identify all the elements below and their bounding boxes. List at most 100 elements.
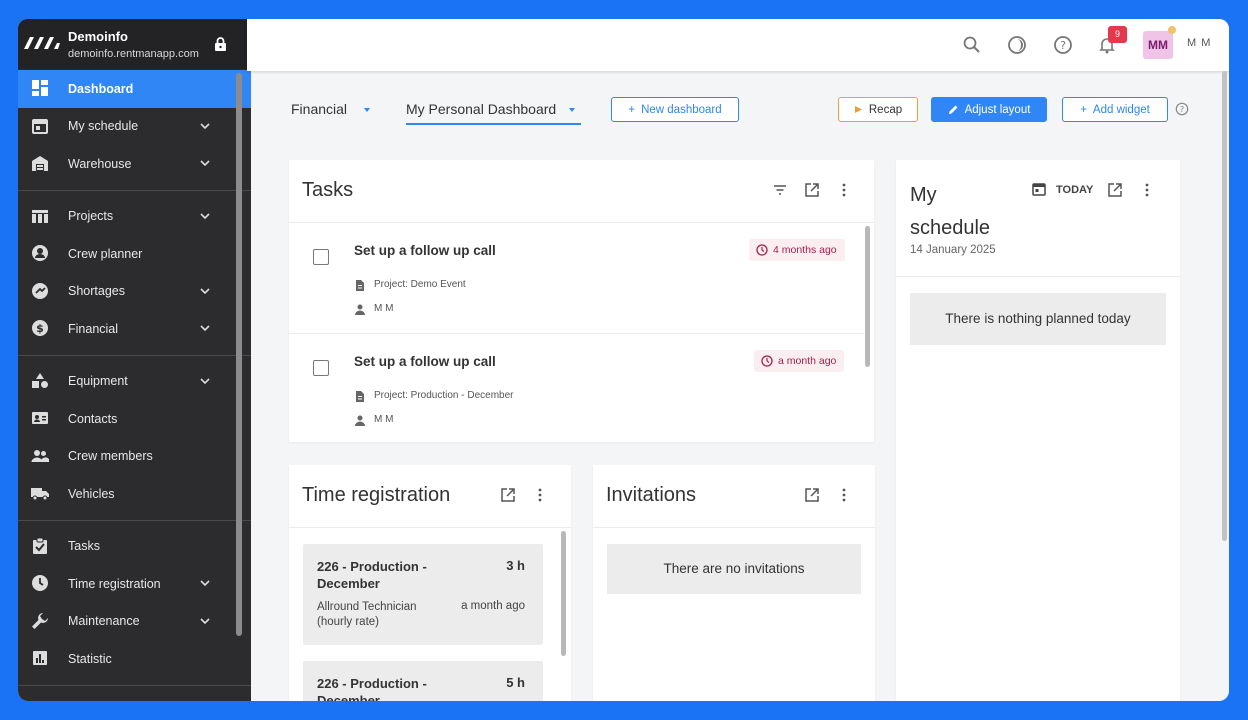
task-row[interactable]: Set up a follow up call a month ago Proj…	[289, 333, 864, 443]
dashboard-category-dropdown[interactable]: Financial	[291, 101, 347, 117]
user-name[interactable]: M M	[1187, 37, 1211, 49]
svg-text:?: ?	[1060, 39, 1066, 52]
equipment-icon	[32, 372, 48, 388]
warehouse-icon	[32, 156, 48, 171]
task-project: Project: Demo Event	[374, 279, 466, 290]
calendar-icon	[32, 118, 48, 134]
nav-label: Vehicles	[68, 486, 115, 501]
entry-hours: 5 h	[506, 675, 525, 690]
lock-icon[interactable]	[214, 37, 227, 51]
nav-item-time-registration[interactable]: Time registration	[18, 565, 251, 603]
task-row[interactable]: Set up a follow up call 4 months ago Pro…	[289, 222, 864, 332]
entry-project: 226 - Production - December	[317, 559, 427, 591]
contact-card-icon	[32, 412, 48, 424]
invitations-widget: Invitations There are no invitations	[593, 465, 875, 701]
task-checkbox[interactable]	[313, 360, 329, 376]
dashboard-select-dropdown[interactable]: My Personal Dashboard	[406, 101, 556, 117]
more-vert-icon[interactable]	[836, 182, 852, 198]
main-nav: Dashboard My schedule Warehouse Projects…	[18, 70, 251, 693]
clock-icon	[756, 244, 768, 256]
svg-text:$: $	[36, 322, 44, 335]
nav-item-dashboard[interactable]: Dashboard	[18, 70, 251, 108]
time-entry[interactable]: 226 - Production - December 5 h	[303, 661, 543, 701]
button-label: Recap	[868, 103, 903, 116]
org-header[interactable]: Demoinfo demoinfo.rentmanapp.com	[18, 19, 251, 69]
nav-divider	[18, 183, 251, 198]
add-widget-button[interactable]: + Add widget	[1062, 97, 1168, 122]
entry-when: a month ago	[461, 600, 525, 612]
main-scrollbar[interactable]	[1222, 71, 1227, 541]
entry-project: 226 - Production - December	[317, 676, 427, 701]
task-due-text: a month ago	[778, 355, 837, 367]
task-due-text: 4 months ago	[773, 244, 837, 256]
nav-item-vehicles[interactable]: Vehicles	[18, 475, 251, 513]
nav-item-equipment[interactable]: Equipment	[18, 363, 251, 401]
nav-item-warehouse[interactable]: Warehouse	[18, 145, 251, 183]
invitations-empty-state: There are no invitations	[607, 544, 861, 594]
nav-item-projects[interactable]: Projects	[18, 198, 251, 236]
nav-item-statistic[interactable]: Statistic	[18, 640, 251, 678]
nav-label: Warehouse	[68, 156, 132, 171]
nav-label: Crew planner	[68, 246, 143, 261]
document-icon	[356, 280, 364, 291]
recap-button[interactable]: Recap	[838, 97, 918, 122]
dropdown-value: My Personal Dashboard	[406, 101, 557, 117]
rentman-logo	[24, 37, 60, 49]
today-button[interactable]: TODAY	[1056, 184, 1093, 196]
nav-label: Equipment	[68, 374, 128, 389]
divider	[593, 527, 875, 528]
time-scrollbar[interactable]	[561, 531, 566, 656]
filter-icon[interactable]	[772, 182, 788, 198]
time-registration-widget: Time registration 226 - Production - Dec…	[289, 465, 571, 701]
entry-hours: 3 h	[506, 558, 525, 573]
button-label: Adjust layout	[964, 103, 1031, 116]
task-title: Set up a follow up call	[354, 354, 496, 369]
plus-icon: +	[628, 103, 636, 116]
task-check-icon	[33, 537, 47, 554]
person-icon	[355, 415, 365, 426]
caret-down-icon[interactable]	[569, 108, 575, 112]
nav-label: Shortages	[68, 284, 125, 299]
sidebar-scrollbar[interactable]	[236, 73, 242, 636]
avatar[interactable]: MM	[1143, 31, 1173, 59]
nav-item-maintenance[interactable]: Maintenance	[18, 603, 251, 641]
chevron-down-icon	[200, 122, 210, 129]
sidebar: Demoinfo demoinfo.rentmanapp.com Dashboa…	[18, 19, 251, 701]
chevron-down-icon	[200, 580, 210, 587]
nav-item-crew-members[interactable]: Crew members	[18, 438, 251, 476]
open-external-icon[interactable]	[500, 487, 516, 503]
nav-item-contacts[interactable]: Contacts	[18, 400, 251, 438]
calendar-icon[interactable]	[1032, 182, 1046, 196]
open-external-icon[interactable]	[1107, 182, 1123, 198]
nav-item-shortages[interactable]: Shortages	[18, 273, 251, 311]
new-dashboard-button[interactable]: + New dashboard	[611, 97, 739, 122]
time-entry[interactable]: 226 - Production - December 3 h Allround…	[303, 544, 543, 645]
search-icon[interactable]	[962, 35, 982, 55]
dropdown-value: Financial	[291, 101, 348, 117]
nav-label: Crew members	[68, 449, 153, 464]
theme-icon[interactable]	[1007, 35, 1027, 55]
dashboard-icon	[32, 80, 48, 96]
nav-item-tasks[interactable]: Tasks	[18, 528, 251, 566]
task-checkbox[interactable]	[313, 249, 329, 265]
help-icon[interactable]: ?	[1175, 102, 1189, 116]
nav-item-financial[interactable]: $ Financial	[18, 310, 251, 348]
more-vert-icon[interactable]	[1139, 182, 1155, 198]
widget-title: Time registration	[302, 484, 451, 506]
schedule-empty-state: There is nothing planned today	[910, 293, 1166, 345]
open-external-icon[interactable]	[804, 182, 820, 198]
adjust-layout-button[interactable]: Adjust layout	[931, 97, 1047, 122]
nav-item-my-schedule[interactable]: My schedule	[18, 108, 251, 146]
help-icon[interactable]: ?	[1053, 35, 1073, 55]
open-external-icon[interactable]	[804, 487, 820, 503]
caret-down-icon[interactable]	[364, 108, 370, 112]
task-project: Project: Production - December	[374, 390, 514, 401]
nav-label: Financial	[68, 321, 119, 336]
nav-item-crew-planner[interactable]: Crew planner	[18, 235, 251, 273]
more-vert-icon[interactable]	[532, 487, 548, 503]
wrench-icon	[32, 612, 48, 629]
button-label: Add widget	[1092, 103, 1150, 116]
more-vert-icon[interactable]	[836, 487, 852, 503]
task-title: Set up a follow up call	[354, 243, 496, 258]
tasks-scrollbar[interactable]	[865, 226, 870, 367]
